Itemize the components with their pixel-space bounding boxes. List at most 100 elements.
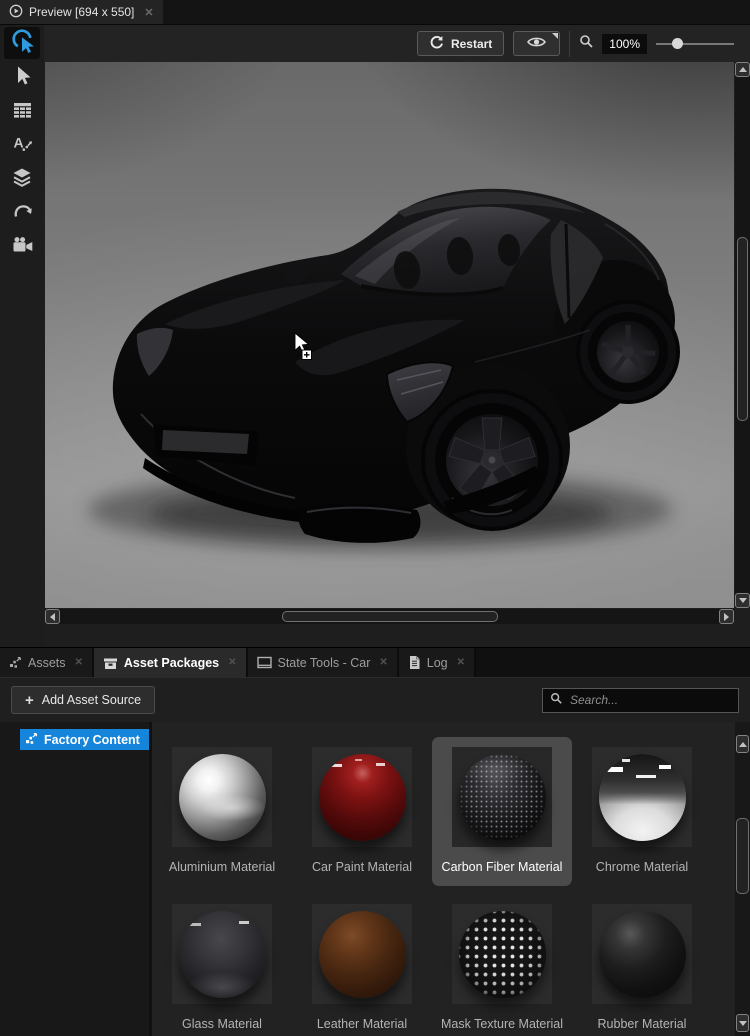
hscroll-thumb[interactable] — [282, 611, 498, 622]
factory-content-icon — [25, 732, 38, 748]
tab-state-tools-car[interactable]: State Tools - Car ✕ — [247, 648, 399, 677]
material-rubber-material[interactable]: Rubber Material — [572, 894, 712, 1036]
play-icon — [9, 4, 23, 21]
arrow-up-icon — [738, 67, 747, 72]
window-icon — [256, 656, 272, 669]
pick-tool-icon — [9, 27, 36, 59]
materials-scroll-up-button[interactable] — [736, 735, 749, 753]
tab-log[interactable]: Log ✕ — [398, 648, 477, 677]
material-sphere — [178, 753, 266, 841]
material-sphere — [598, 910, 686, 998]
log-icon — [408, 655, 421, 670]
select-tool-button[interactable] — [4, 61, 40, 93]
zoom-level-value[interactable]: 100% — [602, 33, 647, 54]
arrow-up-icon — [738, 741, 747, 747]
asset-source-tree: Factory Content — [0, 722, 152, 1036]
material-sphere — [318, 753, 406, 841]
zoom-slider-track — [656, 42, 734, 45]
tab-close-icon[interactable]: ✕ — [379, 657, 387, 668]
materials-grid: Aluminium Material Car Paint Material Ca… — [152, 737, 735, 1036]
hscroll-right-button[interactable] — [719, 609, 734, 624]
pick-tool-button[interactable] — [4, 27, 40, 59]
dropdown-corner-icon — [552, 33, 559, 39]
tree-item-label: Factory Content — [44, 732, 140, 747]
material-label: Rubber Material — [597, 1017, 687, 1031]
material-thumbnail — [312, 747, 412, 847]
camera-tool-button[interactable] — [4, 231, 40, 263]
material-leather-material[interactable]: Leather Material — [292, 894, 432, 1036]
application-window: Preview [694 x 550] ✕ A Restart 100% Ass… — [0, 0, 750, 1036]
toolbar-separator — [569, 30, 571, 57]
tree-item-factory-content[interactable]: Factory Content — [20, 729, 149, 750]
material-sphere — [458, 910, 546, 998]
tab-close-icon[interactable]: ✕ — [75, 657, 83, 668]
material-sphere — [598, 753, 686, 841]
assets-icon — [9, 656, 22, 669]
material-thumbnail — [172, 747, 272, 847]
materials-scrollbar[interactable] — [735, 722, 750, 1036]
zoom-slider[interactable] — [656, 37, 734, 51]
zoom-slider-handle[interactable] — [672, 37, 684, 49]
viewport-vscrollbar[interactable] — [735, 62, 750, 608]
preview-tab[interactable]: Preview [694 x 550] ✕ — [0, 0, 163, 24]
material-aluminium-material[interactable]: Aluminium Material — [152, 737, 292, 886]
visibility-button[interactable] — [513, 31, 561, 56]
material-thumbnail — [592, 904, 692, 1004]
search-box[interactable] — [542, 687, 739, 713]
asset-toolbar: + Add Asset Source — [0, 677, 750, 722]
text-tool-button[interactable]: A — [4, 129, 40, 161]
vscroll-down-button[interactable] — [735, 593, 750, 608]
connections-tool-button[interactable] — [4, 197, 40, 229]
preview-toolbar: Restart 100% — [44, 25, 750, 62]
materials-scroll-down-button[interactable] — [736, 1014, 749, 1032]
material-sphere — [458, 753, 546, 841]
table-view-icon — [10, 97, 34, 126]
add-asset-source-button[interactable]: + Add Asset Source — [11, 686, 156, 714]
material-carbon-fiber-material[interactable]: Carbon Fiber Material — [432, 737, 572, 886]
vscroll-up-button[interactable] — [735, 62, 750, 77]
package-icon — [103, 656, 118, 670]
restart-button[interactable]: Restart — [416, 31, 505, 56]
tab-close-icon[interactable]: ✕ — [228, 657, 236, 668]
material-mask-texture-material[interactable]: Mask Texture Material — [432, 894, 572, 1036]
materials-panel: Aluminium Material Car Paint Material Ca… — [152, 722, 735, 1036]
plus-icon: + — [25, 691, 34, 709]
restart-label: Restart — [450, 36, 493, 51]
preview-tab-close-icon[interactable]: ✕ — [144, 6, 153, 19]
viewport-hscrollbar[interactable] — [45, 609, 734, 624]
table-view-tool-button[interactable] — [4, 95, 40, 127]
preview-main: Restart 100% — [44, 25, 750, 647]
material-label: Glass Material — [182, 1017, 262, 1031]
car-3d-model[interactable] — [45, 62, 734, 608]
arrow-down-icon — [738, 1020, 747, 1026]
tab-close-icon[interactable]: ✕ — [457, 657, 465, 668]
connections-icon — [10, 199, 34, 228]
add-asset-source-label: Add Asset Source — [41, 693, 142, 707]
materials-scroll-thumb[interactable] — [736, 818, 749, 894]
material-glass-material[interactable]: Glass Material — [152, 894, 292, 1036]
material-chrome-material[interactable]: Chrome Material — [572, 737, 712, 886]
layers-icon — [10, 165, 34, 194]
hscroll-left-button[interactable] — [45, 609, 60, 624]
layers-tool-button[interactable] — [4, 163, 40, 195]
preview-tab-title: Preview [694 x 550] — [29, 5, 135, 19]
select-tool-icon — [10, 63, 34, 92]
vscroll-thumb[interactable] — [737, 237, 748, 421]
material-sphere — [318, 910, 406, 998]
preview-tab-bar: Preview [694 x 550] ✕ — [0, 0, 750, 25]
svg-text:A: A — [14, 134, 24, 150]
search-input[interactable] — [568, 692, 731, 708]
asset-browser: Factory Content Aluminium Material Car P… — [0, 722, 750, 1036]
material-label: Car Paint Material — [311, 860, 413, 874]
material-thumbnail — [312, 904, 412, 1004]
viewport-3d[interactable] — [45, 62, 734, 608]
material-label: Leather Material — [316, 1017, 408, 1031]
material-thumbnail — [452, 747, 552, 847]
arrow-down-icon — [738, 598, 747, 603]
material-car-paint-material[interactable]: Car Paint Material — [292, 737, 432, 886]
arrow-right-icon — [724, 612, 729, 621]
tab-asset-packages[interactable]: Asset Packages ✕ — [93, 648, 248, 677]
tab-assets[interactable]: Assets ✕ — [0, 648, 94, 677]
eye-icon — [527, 36, 547, 51]
material-label: Chrome Material — [595, 860, 689, 874]
